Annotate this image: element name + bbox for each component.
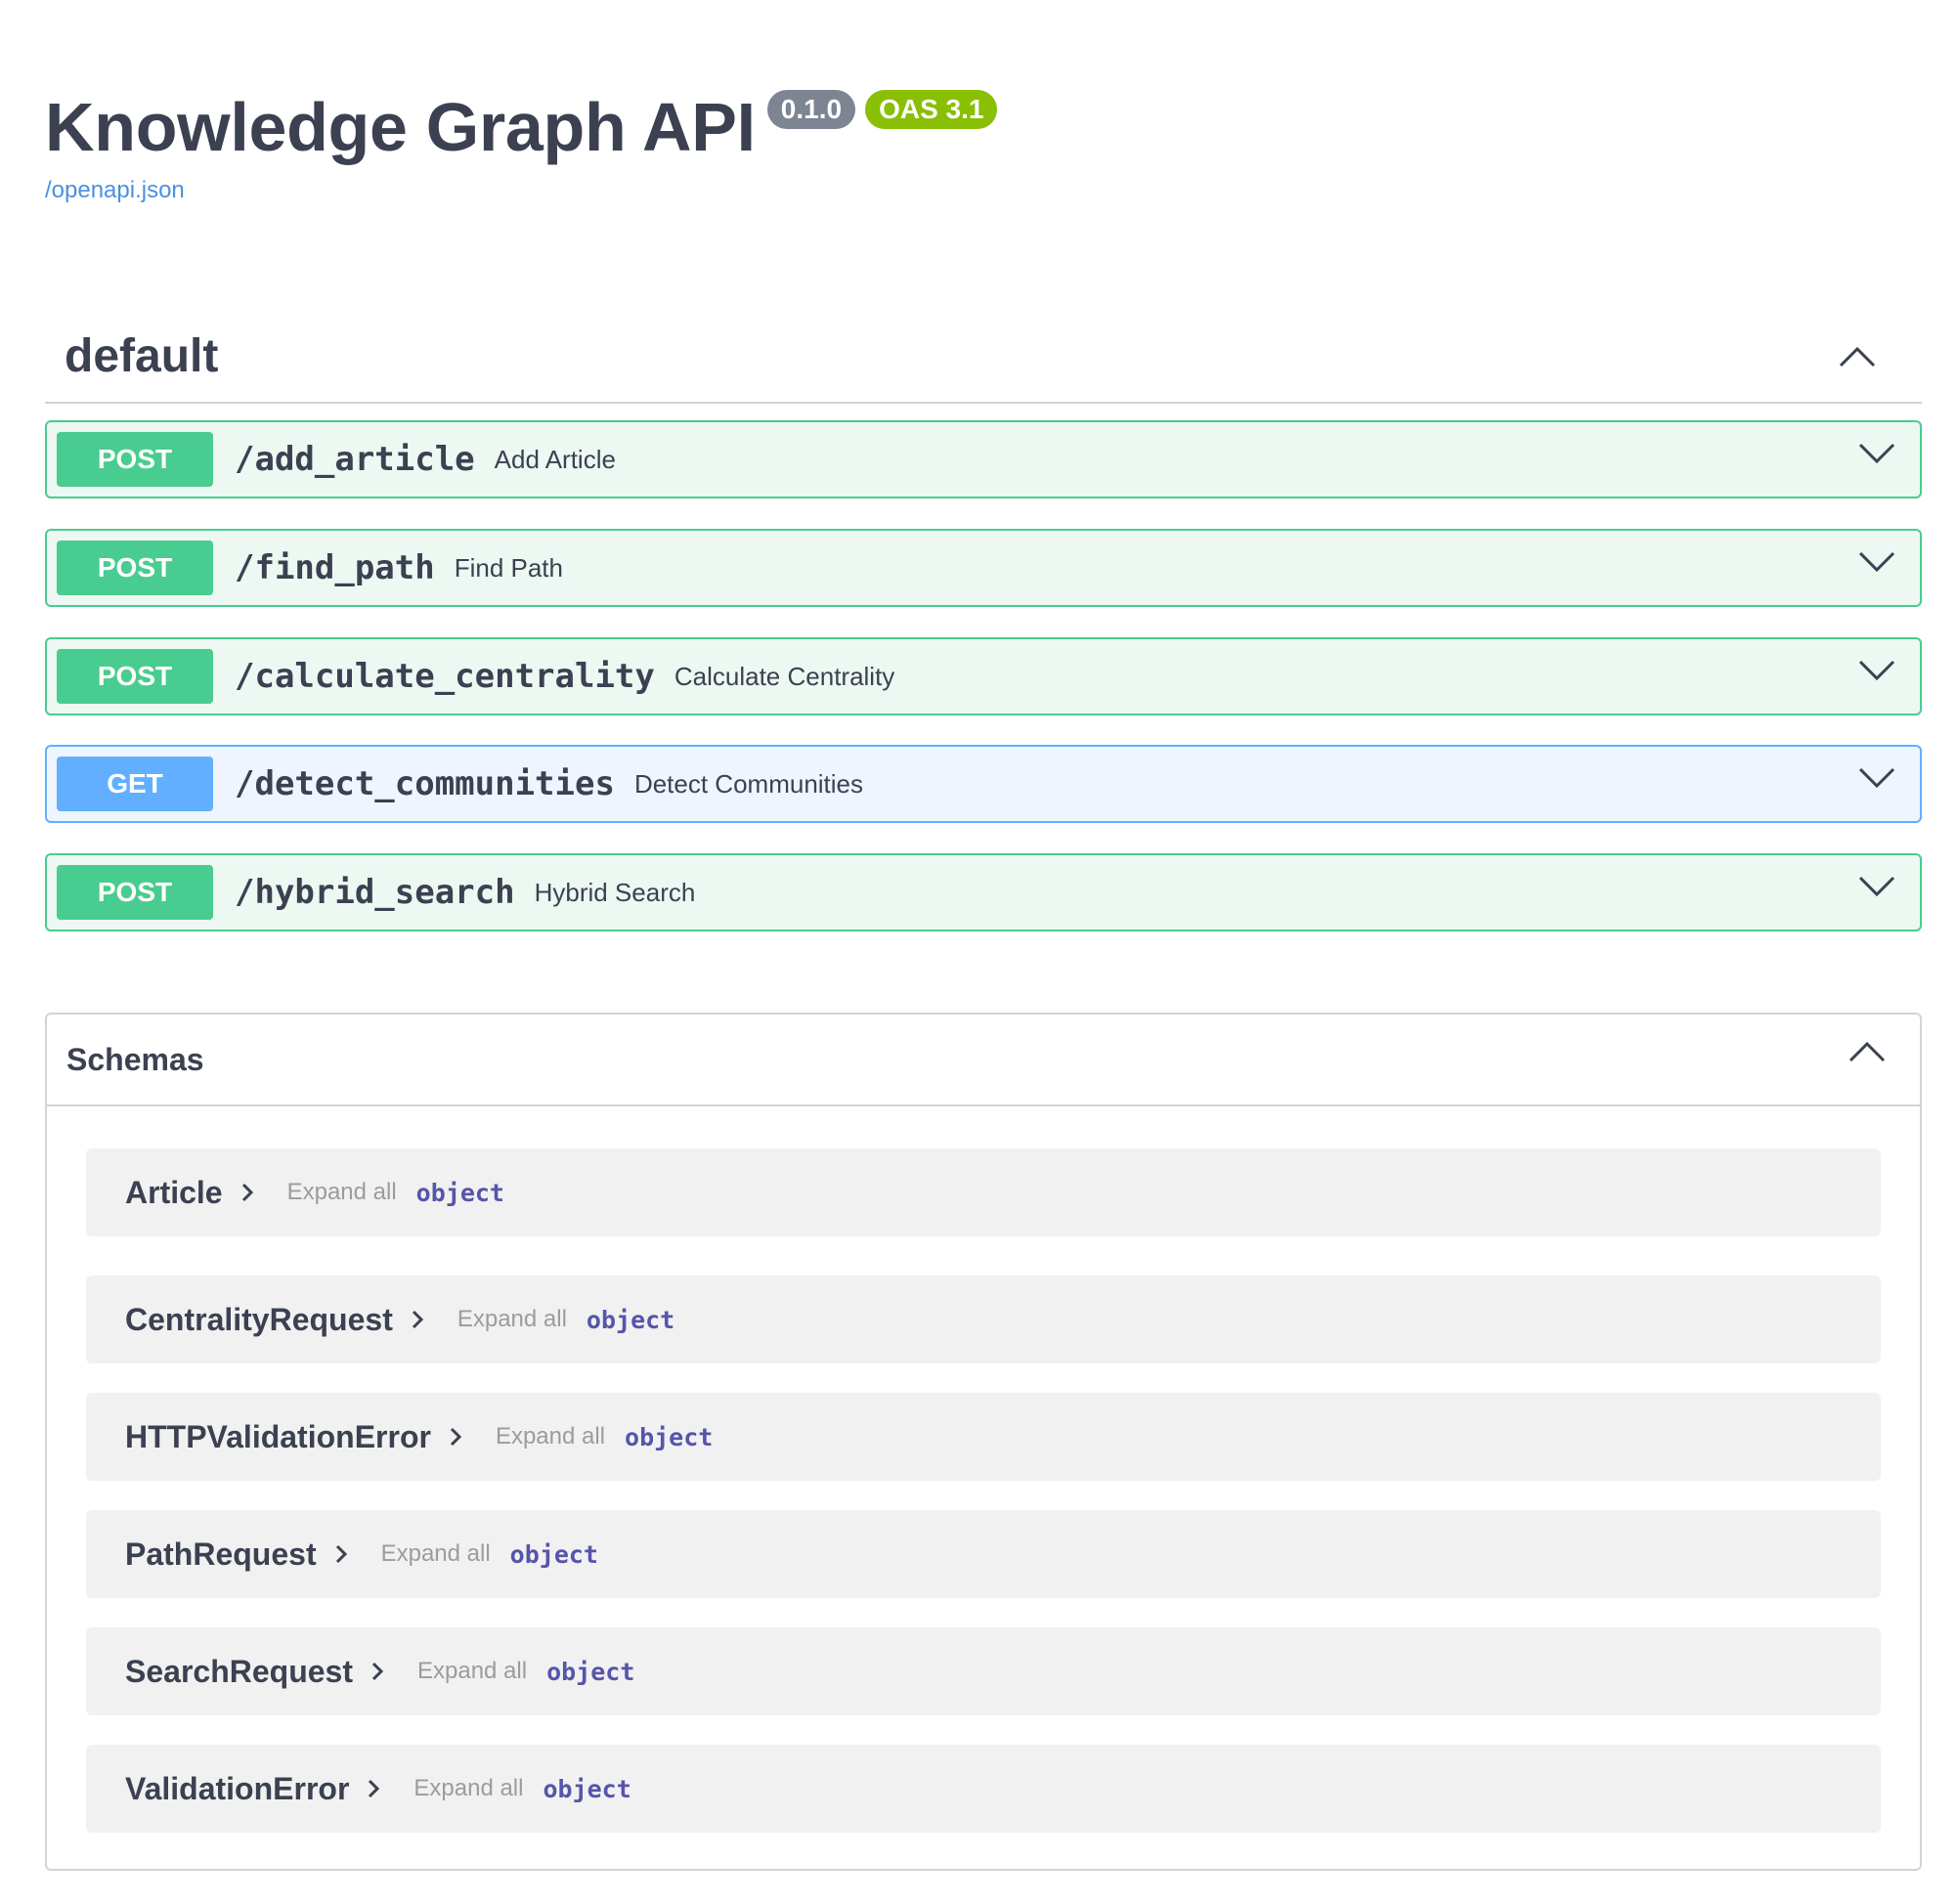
chevron-down-icon[interactable] [1857, 442, 1896, 465]
chevron-right-icon[interactable] [330, 1543, 352, 1565]
operation-summary: Hybrid Search [534, 877, 696, 907]
schema-model-validationerror[interactable]: ValidationError Expand all object [86, 1745, 1881, 1833]
expand-all-button[interactable]: Expand all [417, 1658, 527, 1685]
chevron-right-icon[interactable] [367, 1661, 388, 1682]
expand-all-button[interactable]: Expand all [381, 1540, 491, 1568]
operation-hybrid-search[interactable]: POST /hybrid_search Hybrid Search [45, 853, 1922, 931]
operation-summary: Calculate Centrality [674, 661, 895, 691]
api-info: Knowledge Graph API 0.1.0 OAS 3.1 /opena… [45, 84, 998, 205]
operation-find-path[interactable]: POST /find_path Find Path [45, 529, 1922, 607]
chevron-down-icon[interactable] [1857, 875, 1896, 898]
schema-name[interactable]: HTTPValidationError [125, 1419, 431, 1455]
schemas-section: Schemas Article Expand all object Centra… [45, 1013, 1922, 1871]
schema-name[interactable]: ValidationError [125, 1771, 349, 1807]
schema-name[interactable]: CentralityRequest [125, 1302, 393, 1338]
operation-detect-communities[interactable]: GET /detect_communities Detect Communiti… [45, 745, 1922, 823]
operation-add-article[interactable]: POST /add_article Add Article [45, 420, 1922, 498]
method-badge: GET [57, 757, 213, 811]
operation-path: /find_path [235, 548, 435, 587]
schema-model-httpvalidationerror[interactable]: HTTPValidationError Expand all object [86, 1393, 1881, 1481]
operation-path: /detect_communities [235, 764, 615, 803]
method-badge: POST [57, 865, 213, 920]
chevron-up-icon[interactable] [1838, 345, 1877, 368]
schema-name[interactable]: PathRequest [125, 1536, 317, 1573]
expand-all-button[interactable]: Expand all [287, 1179, 397, 1206]
chevron-right-icon[interactable] [407, 1309, 428, 1330]
operation-summary: Add Article [494, 444, 616, 474]
tag-title: default [65, 330, 219, 382]
operation-path: /calculate_centrality [235, 657, 655, 696]
schema-type: object [509, 1539, 598, 1569]
schema-model-searchrequest[interactable]: SearchRequest Expand all object [86, 1627, 1881, 1715]
openapi-json-link[interactable]: /openapi.json [45, 176, 997, 205]
schema-model-centralityrequest[interactable]: CentralityRequest Expand all object [86, 1276, 1881, 1363]
page-title: Knowledge Graph API [45, 89, 756, 165]
chevron-up-icon[interactable] [1848, 1040, 1887, 1063]
schemas-header[interactable]: Schemas [47, 1015, 1920, 1106]
oas-badge: OAS 3.1 [865, 90, 998, 129]
tag-default-header[interactable]: default [45, 311, 1922, 404]
operation-summary: Find Path [454, 552, 563, 583]
chevron-right-icon[interactable] [363, 1778, 384, 1799]
method-badge: POST [57, 432, 213, 487]
method-badge: POST [57, 649, 213, 704]
schema-model-article[interactable]: Article Expand all object [86, 1148, 1881, 1236]
schema-type: object [625, 1422, 714, 1451]
schema-type: object [415, 1178, 504, 1207]
schema-name[interactable]: Article [125, 1175, 223, 1211]
schema-model-pathrequest[interactable]: PathRequest Expand all object [86, 1510, 1881, 1598]
version-badge: 0.1.0 [766, 90, 856, 129]
chevron-down-icon[interactable] [1857, 766, 1896, 790]
operation-calculate-centrality[interactable]: POST /calculate_centrality Calculate Cen… [45, 637, 1922, 715]
chevron-down-icon[interactable] [1857, 550, 1896, 574]
chevron-right-icon[interactable] [445, 1426, 466, 1448]
schema-type: object [586, 1305, 675, 1334]
chevron-down-icon[interactable] [1857, 659, 1896, 682]
schema-name[interactable]: SearchRequest [125, 1654, 353, 1690]
schema-type: object [546, 1657, 635, 1686]
chevron-right-icon[interactable] [237, 1182, 258, 1203]
operation-summary: Detect Communities [633, 768, 864, 799]
expand-all-button[interactable]: Expand all [457, 1306, 567, 1333]
operation-path: /hybrid_search [235, 873, 515, 912]
method-badge: POST [57, 541, 213, 595]
schemas-title: Schemas [66, 1041, 204, 1077]
operation-path: /add_article [235, 440, 475, 479]
schema-type: object [543, 1774, 631, 1803]
expand-all-button[interactable]: Expand all [496, 1423, 605, 1450]
expand-all-button[interactable]: Expand all [413, 1775, 523, 1802]
